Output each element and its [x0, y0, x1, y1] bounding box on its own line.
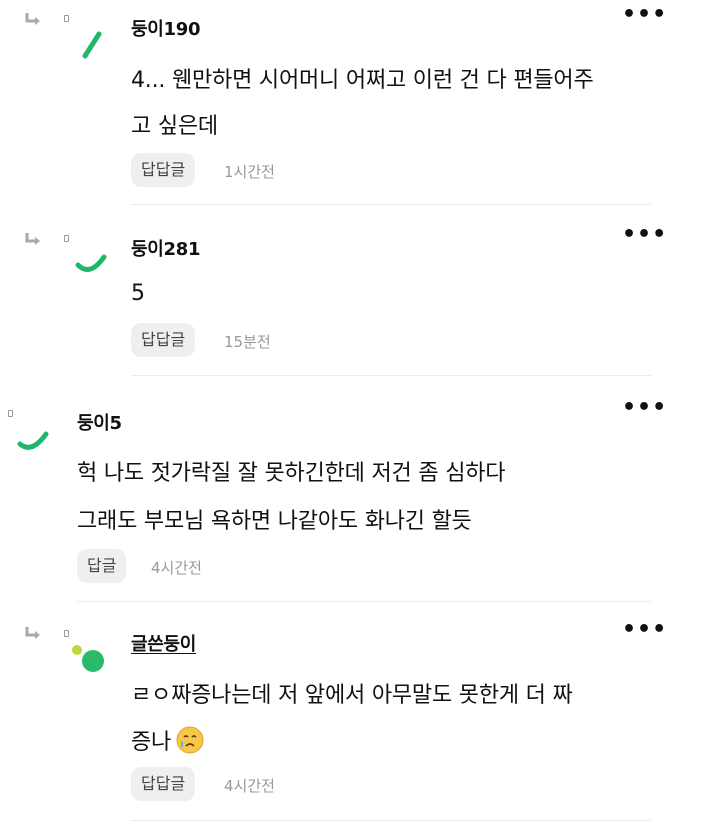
comment-text: 증나 — [131, 724, 205, 761]
more-options-icon[interactable]: ••• — [622, 224, 667, 246]
comment-text: 그래도 부모님 욕하면 나같아도 화나긴 할듯 — [77, 509, 472, 534]
reply-button[interactable]: 답글 — [77, 549, 127, 583]
reply-arrow-icon — [24, 232, 42, 248]
level-marker-icon — [64, 15, 69, 22]
level-marker-icon — [8, 410, 13, 417]
level-marker-icon — [64, 235, 69, 242]
more-options-icon[interactable]: ••• — [622, 4, 667, 26]
reply-button[interactable]: 답답글 — [131, 153, 196, 187]
divider — [131, 375, 651, 376]
divider — [131, 820, 651, 821]
crying-face-emoji-icon — [175, 725, 205, 761]
comment-text: 고 싶은데 — [131, 114, 218, 139]
more-options-icon[interactable]: ••• — [622, 397, 667, 419]
timestamp: 4시간전 — [151, 559, 202, 577]
avatar[interactable] — [74, 243, 110, 279]
timestamp: 1시간전 — [224, 163, 275, 181]
nickname[interactable]: 둥이5 — [77, 409, 122, 435]
divider — [77, 601, 651, 602]
level-marker-icon — [64, 630, 69, 637]
reply-button[interactable]: 답답글 — [131, 767, 196, 801]
reply-arrow-icon — [24, 12, 42, 28]
comment-text: ㄹㅇ짜증나는데 저 앞에서 아무말도 못한게 더 짜 — [131, 683, 573, 708]
more-options-icon[interactable]: ••• — [622, 619, 667, 641]
comment-text: 4... 웬만하면 시어머니 어쩌고 이런 건 다 편들어주 — [131, 68, 594, 93]
reply-button[interactable]: 답답글 — [131, 323, 196, 357]
nickname[interactable]: 둥이190 — [131, 15, 201, 41]
comment-text-part: 증나 — [131, 730, 172, 755]
comment-text: 헉 나도 젓가락질 잘 못하긴한데 저건 좀 심하다 — [77, 461, 506, 486]
nickname[interactable]: 둥이281 — [131, 235, 201, 261]
divider — [131, 204, 651, 205]
avatar[interactable] — [16, 418, 52, 454]
comment-text: 5 — [131, 281, 145, 306]
nickname[interactable]: 글쓴둥이 — [131, 630, 196, 656]
timestamp: 4시간전 — [224, 777, 275, 795]
reply-arrow-icon — [24, 626, 42, 642]
avatar[interactable] — [77, 28, 113, 64]
avatar[interactable] — [70, 643, 106, 679]
timestamp: 15분전 — [224, 333, 271, 351]
